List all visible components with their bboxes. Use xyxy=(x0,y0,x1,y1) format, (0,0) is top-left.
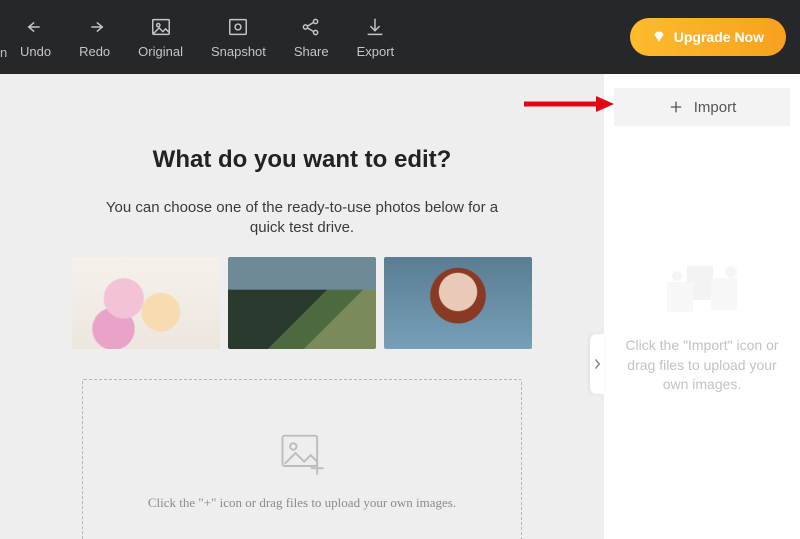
original-button[interactable]: Original xyxy=(124,16,197,59)
undo-icon xyxy=(25,16,47,38)
camera-icon xyxy=(227,16,249,38)
upgrade-button[interactable]: Upgrade Now xyxy=(630,18,786,56)
undo-label: Undo xyxy=(20,44,51,59)
download-icon xyxy=(364,16,386,38)
sample-photos-row xyxy=(32,257,572,349)
main-pane: What do you want to edit? You can choose… xyxy=(0,74,604,539)
diamond-icon xyxy=(652,30,666,44)
chevron-right-icon xyxy=(593,358,601,370)
top-toolbar: n Undo Redo Original Snapshot Share Expo… xyxy=(0,0,800,74)
add-image-icon xyxy=(276,427,328,479)
export-button[interactable]: Export xyxy=(343,16,409,59)
page-subtext: You can choose one of the ready-to-use p… xyxy=(92,198,512,239)
snapshot-button[interactable]: Snapshot xyxy=(197,16,280,59)
share-label: Share xyxy=(294,44,329,59)
import-label: Import xyxy=(694,99,737,116)
sample-photo-landscape[interactable] xyxy=(228,257,376,349)
image-icon xyxy=(150,16,172,38)
share-button[interactable]: Share xyxy=(280,16,343,59)
export-label: Export xyxy=(357,44,395,59)
content-area: What do you want to edit? You can choose… xyxy=(0,74,800,539)
original-label: Original xyxy=(138,44,183,59)
import-button[interactable]: Import xyxy=(614,88,790,126)
redo-label: Redo xyxy=(79,44,110,59)
redo-icon xyxy=(84,16,106,38)
share-icon xyxy=(300,16,322,38)
redo-button[interactable]: Redo xyxy=(65,16,124,59)
snapshot-label: Snapshot xyxy=(211,44,266,59)
sample-photo-portrait[interactable] xyxy=(384,257,532,349)
page-title: What do you want to edit? xyxy=(32,146,572,174)
plus-icon xyxy=(668,99,684,115)
dropzone-text: Click the "+" icon or drag files to uplo… xyxy=(148,495,456,511)
sample-photo-donuts[interactable] xyxy=(72,257,220,349)
collapse-panel-button[interactable] xyxy=(590,334,604,394)
empty-images-icon xyxy=(657,256,747,326)
undo-button[interactable]: Undo xyxy=(6,16,65,59)
side-empty-state: Click the "Import" icon or drag files to… xyxy=(604,256,800,395)
side-empty-text: Click the "Import" icon or drag files to… xyxy=(622,336,782,395)
side-panel: Import Click the "Import" icon or drag f… xyxy=(604,74,800,539)
upgrade-label: Upgrade Now xyxy=(674,29,764,45)
upload-dropzone[interactable]: Click the "+" icon or drag files to uplo… xyxy=(82,379,522,539)
